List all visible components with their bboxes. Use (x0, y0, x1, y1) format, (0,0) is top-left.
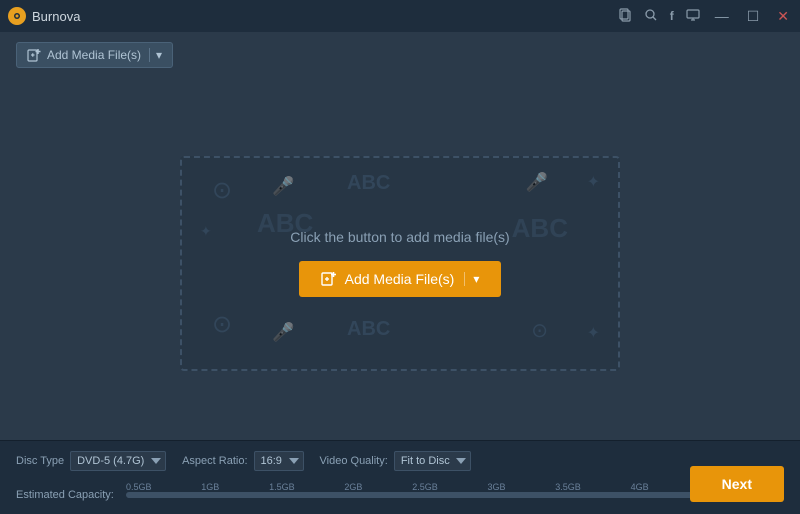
drop-zone[interactable]: ⊙ 🎤 ABC 🎤 ✦ ✦ ABC ABC ⊙ 🎤 ABC ⊙ ✦ Click … (180, 156, 620, 371)
minimize-button[interactable]: — (712, 8, 732, 24)
tick-3: 2GB (344, 482, 362, 492)
tick-6: 3.5GB (555, 482, 581, 492)
disc-type-label: Disc Type (16, 455, 64, 467)
capacity-row: Estimated Capacity: 0.5GB 1GB 1.5GB 2GB … (16, 481, 784, 509)
tick-0: 0.5GB (126, 482, 152, 492)
tick-5: 3GB (487, 482, 505, 492)
bg-mic-icon-2: 🎤 (526, 172, 548, 193)
bg-abc-label-3: ABC (512, 213, 568, 244)
add-media-center-arrow: ▾ (464, 272, 479, 286)
title-bar-left: Burnova (8, 7, 80, 25)
bg-film-icon-3: ⊙ (531, 318, 548, 343)
tick-1: 1GB (201, 482, 219, 492)
toolbar: Add Media File(s) ▾ (0, 32, 800, 78)
bg-film-icon-2: ⊙ (212, 310, 232, 339)
bg-mic-icon: 🎤 (272, 176, 294, 197)
facebook-icon[interactable]: f (670, 9, 674, 23)
add-media-toolbar-arrow: ▾ (149, 48, 162, 62)
bottom-controls: Disc Type DVD-5 (4.7G) DVD-9 (8.5G) BD-2… (16, 441, 784, 481)
file-copy-icon[interactable] (618, 8, 632, 25)
monitor-icon[interactable] (686, 8, 700, 24)
aspect-ratio-group: Aspect Ratio: 16:9 4:3 (182, 451, 303, 471)
bg-star-icon: ✦ (587, 172, 600, 192)
bg-film-icon: ⊙ (212, 176, 232, 205)
tick-4: 2.5GB (412, 482, 438, 492)
bg-abc-label-4: ABC (347, 318, 390, 341)
disc-type-group: Disc Type DVD-5 (4.7G) DVD-9 (8.5G) BD-2… (16, 451, 166, 471)
disc-type-select[interactable]: DVD-5 (4.7G) DVD-9 (8.5G) BD-25 (25G) BD… (70, 451, 166, 471)
maximize-button[interactable]: ☐ (744, 8, 763, 25)
aspect-ratio-select[interactable]: 16:9 4:3 (254, 451, 304, 471)
capacity-bar-container: 0.5GB 1GB 1.5GB 2GB 2.5GB 3GB 3.5GB 4GB … (126, 492, 724, 498)
title-bar-right: f — ☐ ✕ (618, 8, 792, 25)
bg-abc-label-1: ABC (347, 172, 390, 195)
app-logo (8, 7, 26, 25)
aspect-ratio-label: Aspect Ratio: (182, 455, 247, 467)
title-bar: Burnova f — ☐ (0, 0, 800, 32)
video-quality-label: Video Quality: (320, 455, 388, 467)
tick-2: 1.5GB (269, 482, 295, 492)
help-icon[interactable] (644, 8, 658, 25)
next-button[interactable]: Next (690, 466, 784, 502)
add-media-toolbar-label: Add Media File(s) (47, 48, 141, 62)
app-title: Burnova (32, 9, 80, 24)
main-content: ⊙ 🎤 ABC 🎤 ✦ ✦ ABC ABC ⊙ 🎤 ABC ⊙ ✦ Click … (0, 78, 800, 448)
bottom-bar: Disc Type DVD-5 (4.7G) DVD-9 (8.5G) BD-2… (0, 440, 800, 514)
close-button[interactable]: ✕ (774, 8, 792, 25)
add-media-center-label: Add Media File(s) (345, 271, 455, 287)
capacity-bar-track (126, 492, 724, 498)
add-media-center-button[interactable]: Add Media File(s) ▾ (299, 261, 502, 297)
drop-hint-text: Click the button to add media file(s) (290, 229, 509, 245)
video-quality-select[interactable]: Fit to Disc High Medium Low (394, 451, 471, 471)
bg-mic-icon-3: 🎤 (272, 322, 294, 343)
add-media-toolbar-button[interactable]: Add Media File(s) ▾ (16, 42, 173, 68)
add-media-center-icon (321, 271, 337, 287)
add-media-toolbar-icon (27, 48, 41, 62)
estimated-capacity-label: Estimated Capacity: (16, 489, 116, 501)
capacity-ticks: 0.5GB 1GB 1.5GB 2GB 2.5GB 3GB 3.5GB 4GB … (126, 482, 724, 492)
tick-7: 4GB (631, 482, 649, 492)
bg-star-icon-2: ✦ (200, 223, 212, 240)
bg-star-icon-3: ✦ (587, 323, 600, 343)
video-quality-group: Video Quality: Fit to Disc High Medium L… (320, 451, 471, 471)
